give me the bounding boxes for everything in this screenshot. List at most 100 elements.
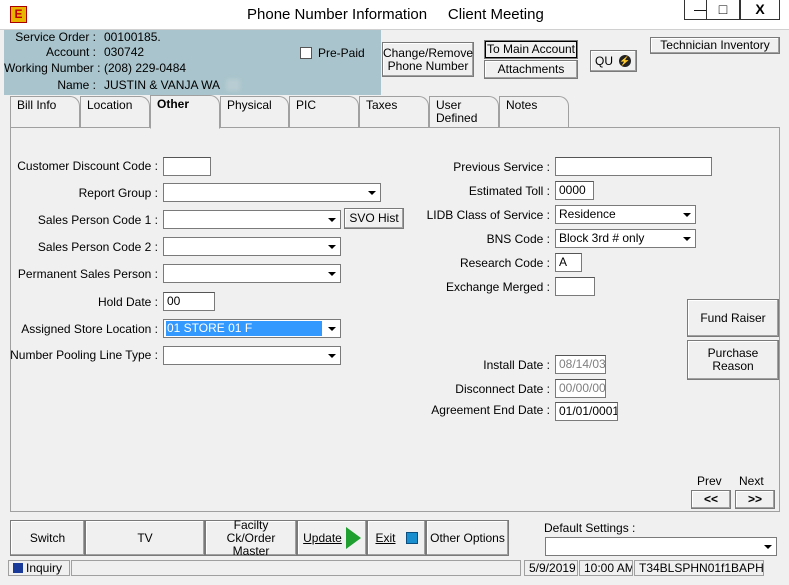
purchase-reason-button[interactable]: Purchase Reason: [687, 340, 779, 380]
to-main-account-button[interactable]: To Main Account: [484, 40, 578, 59]
close-button[interactable]: X: [740, 0, 780, 20]
bns-code-label: BNS Code :: [486, 232, 550, 246]
estimated-toll-input[interactable]: 0000: [555, 181, 594, 200]
chevron-down-icon[interactable]: [324, 348, 339, 363]
chevron-down-icon[interactable]: [760, 539, 775, 554]
permanent-sales-person-select[interactable]: [163, 264, 341, 283]
report-group-label: Report Group :: [78, 186, 158, 200]
exchange-merged-input[interactable]: [555, 277, 595, 296]
change-remove-label: Change/Remove Phone Number: [382, 45, 474, 73]
agreement-end-date-input[interactable]: 01/01/0001: [555, 402, 618, 421]
name-label: Name :: [57, 78, 96, 92]
sales-person-code2-label: Sales Person Code 2 :: [37, 240, 158, 254]
disconnect-date-input[interactable]: 00/00/00: [555, 379, 606, 398]
bns-code-value: Block 3rd # only: [559, 231, 645, 245]
customer-discount-code-label: Customer Discount Code :: [17, 159, 158, 173]
qu-button[interactable]: QU ⚡: [590, 50, 637, 72]
chevron-down-icon[interactable]: [324, 239, 339, 254]
tab-taxes[interactable]: Taxes: [359, 96, 429, 128]
lightning-icon: ⚡: [619, 55, 631, 67]
tab-user-defined[interactable]: User Defined: [429, 96, 499, 128]
status-terminal: T34BLSPHN01f1BAPHN: [634, 560, 764, 576]
service-order-value: 00100185.: [104, 30, 161, 44]
tab-physical[interactable]: Physical: [220, 96, 289, 128]
exchange-merged-label: Exchange Merged :: [445, 280, 550, 294]
disconnect-date-label: Disconnect Date :: [455, 382, 550, 396]
facility-order-master-button[interactable]: Facilty Ck/Order Master: [205, 517, 297, 558]
technician-inventory-button[interactable]: Technician Inventory: [650, 37, 780, 54]
next-button[interactable]: >>: [735, 490, 775, 509]
maximize-button[interactable]: □: [706, 0, 740, 20]
other-options-label: Other Options: [430, 530, 505, 545]
prepaid-label: Pre-Paid: [318, 46, 365, 60]
previous-service-input[interactable]: [555, 157, 712, 176]
attachments-label: Attachments: [497, 62, 565, 76]
hold-date-input[interactable]: 00: [163, 292, 215, 311]
exit-door-icon: [405, 532, 418, 544]
bns-code-select[interactable]: Block 3rd # only: [555, 229, 696, 248]
exit-label: Exit: [375, 530, 396, 545]
update-button[interactable]: Update: [297, 520, 367, 556]
working-number-value: (208) 229-0484: [104, 61, 187, 75]
chevron-down-icon[interactable]: [679, 231, 694, 246]
report-group-select[interactable]: [163, 183, 381, 202]
next-label: Next: [739, 474, 764, 488]
assigned-store-location-select[interactable]: 01 STORE 01 F: [163, 319, 341, 338]
estimated-toll-label: Estimated Toll :: [468, 184, 550, 198]
tab-panel-other: [10, 127, 780, 512]
sales-person-code1-label: Sales Person Code 1 :: [37, 213, 158, 227]
research-code-input[interactable]: A: [555, 253, 582, 272]
tab-physical-label: Physical: [227, 98, 272, 112]
prepaid-checkbox[interactable]: [300, 47, 312, 59]
tab-location[interactable]: Location: [80, 96, 150, 128]
next-arrows-icon: >>: [747, 492, 762, 506]
switch-button[interactable]: Switch: [10, 520, 85, 556]
hold-date-label: Hold Date :: [97, 295, 158, 309]
tab-notes-label: Notes: [506, 98, 538, 112]
app-icon: E: [10, 6, 27, 23]
window-title: Phone Number Information Client Meeting: [247, 6, 544, 23]
tv-label: TV: [137, 530, 153, 545]
chevron-down-icon[interactable]: [324, 266, 339, 281]
customer-discount-code-input[interactable]: [163, 157, 211, 176]
previous-service-label: Previous Service :: [453, 160, 550, 174]
tab-bill-info-label: Bill Info: [17, 98, 57, 112]
lidb-class-select[interactable]: Residence: [555, 205, 696, 224]
working-number-label: Working Number :: [4, 61, 101, 75]
prev-button[interactable]: <<: [691, 490, 731, 509]
tab-other-label: Other: [157, 97, 190, 111]
tab-bill-info[interactable]: Bill Info: [10, 96, 80, 128]
install-date-input[interactable]: 08/14/03: [555, 355, 606, 374]
other-options-button[interactable]: Other Options: [426, 520, 509, 556]
chevron-down-icon[interactable]: [679, 207, 694, 222]
svo-hist-label: SVO Hist: [349, 211, 399, 225]
sales-person-code2-select[interactable]: [163, 237, 341, 256]
tv-button[interactable]: TV: [85, 520, 205, 556]
chevron-down-icon[interactable]: [324, 212, 339, 227]
status-message: [71, 560, 521, 576]
mode-value: Inquiry: [26, 561, 63, 575]
svo-hist-button[interactable]: SVO Hist: [344, 208, 404, 229]
tab-pic[interactable]: PIC: [289, 96, 359, 128]
default-settings-select[interactable]: [545, 537, 777, 556]
sales-person-code1-select[interactable]: [163, 210, 341, 229]
number-pooling-line-type-select[interactable]: [163, 346, 341, 365]
change-remove-phone-button[interactable]: Change/Remove Phone Number: [382, 42, 474, 77]
exit-button[interactable]: Exit: [367, 520, 426, 556]
attachments-button[interactable]: Attachments: [484, 60, 578, 79]
fund-raiser-label: Fund Raiser: [700, 310, 766, 325]
account-label: Account :: [45, 45, 96, 59]
chevron-down-icon[interactable]: [364, 185, 379, 200]
number-pooling-line-type-label: Number Pooling Line Type :: [10, 348, 158, 362]
fund-raiser-button[interactable]: Fund Raiser: [687, 299, 779, 337]
technician-inventory-label: Technician Inventory: [660, 38, 770, 52]
assigned-store-location-value: 01 STORE 01 F: [166, 321, 322, 336]
facility-label: Facilty Ck/Order Master: [226, 517, 276, 558]
tab-notes[interactable]: Notes: [499, 96, 569, 128]
chevron-down-icon[interactable]: [324, 321, 339, 336]
tab-taxes-label: Taxes: [366, 98, 398, 112]
tab-other[interactable]: Other: [150, 95, 220, 129]
tab-user-defined-label: User Defined: [436, 98, 478, 125]
switch-label: Switch: [29, 530, 66, 545]
name-value: JUSTIN & VANJA WA: [104, 78, 221, 92]
